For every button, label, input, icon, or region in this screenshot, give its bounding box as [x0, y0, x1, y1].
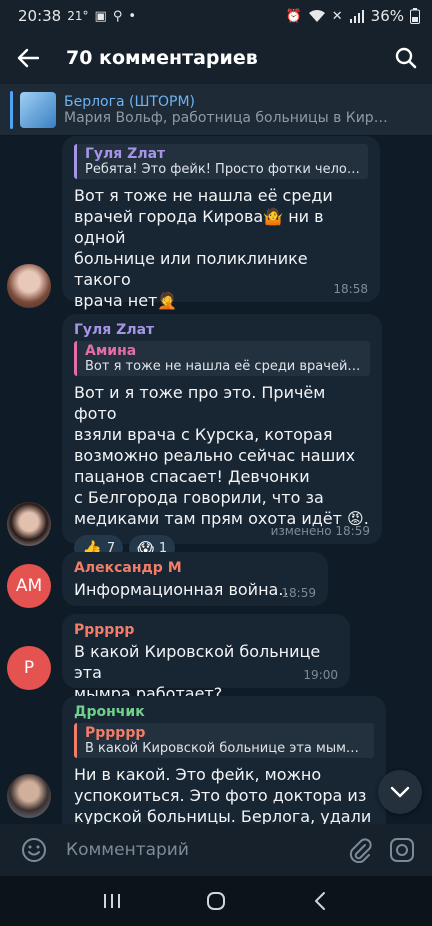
message-text: В какой Кировской больнице эта мымра раб…	[74, 642, 321, 703]
instagram-camera-icon	[390, 838, 414, 862]
reply-quote[interactable]: Амина Вот я тоже не нашла её среди враче…	[74, 341, 370, 376]
message-bubble[interactable]: Рррррр В какой Кировской больнице эта мы…	[62, 614, 350, 703]
message-author[interactable]: Гуля Zлат	[74, 322, 370, 338]
home-button[interactable]	[196, 881, 236, 921]
comments-list[interactable]: Гуля Zлат Ребята! Это фейк! Просто фотки…	[0, 136, 432, 824]
pinned-thumbnail	[20, 91, 56, 128]
gallery-icon: ▣	[94, 8, 107, 24]
reply-author: Рррррр	[85, 725, 146, 741]
comment-composer: Комментарий	[0, 824, 432, 876]
battery-level: 36%	[370, 7, 404, 25]
recents-icon	[104, 894, 120, 908]
camera-button[interactable]	[384, 832, 420, 868]
system-back-button[interactable]	[300, 881, 340, 921]
chevron-left-icon	[315, 892, 325, 910]
reply-author: Амина	[85, 343, 137, 359]
message-text: Ни в какой. Это фейк, можно успокоиться.…	[74, 765, 372, 824]
avatar[interactable]	[7, 502, 51, 546]
home-icon	[207, 892, 225, 910]
reply-text: В какой Кировской больнице эта мымра...	[85, 741, 366, 756]
avatar[interactable]: AM	[7, 564, 51, 608]
message-bubble[interactable]: Гуля Zлат Ребята! Это фейк! Просто фотки…	[62, 136, 380, 343]
message-time: 18:59	[281, 586, 316, 600]
system-nav-bar	[0, 876, 432, 926]
recents-button[interactable]	[92, 881, 132, 921]
reply-author: Гуля Zлат	[85, 146, 166, 162]
mute-icon: ✕	[331, 8, 343, 24]
avatar[interactable]	[7, 774, 51, 818]
message-bubble[interactable]: Гуля Zлат Амина Вот я тоже не нашла её с…	[62, 314, 382, 561]
status-bar: 20:38 21° ▣ ⚲ • ⏰ ✕ 36%	[0, 0, 432, 32]
message-bubble[interactable]: Александр М Информационная война.. 18:59	[62, 552, 328, 606]
smile-icon	[22, 838, 46, 862]
comment-input[interactable]: Комментарий	[66, 840, 342, 860]
pinned-post[interactable]: Берлога (ШТОРМ) Мария Вольф, работница б…	[0, 84, 432, 136]
wifi-icon	[308, 9, 325, 22]
avatar[interactable]: P	[7, 646, 51, 690]
message-time: изменено 18:59	[270, 524, 370, 538]
alarm-icon: ⏰	[285, 8, 302, 24]
pinned-preview: Мария Вольф, работница больницы в Кирове…	[64, 109, 394, 126]
search-button[interactable]	[380, 32, 432, 84]
message-author[interactable]: Рррррр	[74, 622, 338, 638]
message-time: 18:58	[333, 282, 368, 296]
page-title: 70 комментариев	[66, 47, 258, 69]
message-bubble[interactable]: Дрончик Рррррр В какой Кировской больниц…	[62, 696, 386, 824]
paperclip-icon	[349, 838, 372, 863]
reply-text: Ребята! Это фейк! Просто фотки челове...	[85, 162, 360, 177]
reply-quote[interactable]: Рррррр В какой Кировской больнице эта мы…	[74, 723, 374, 758]
battery-icon	[410, 8, 420, 24]
pinned-accent-bar	[10, 90, 13, 129]
scroll-down-button[interactable]	[378, 770, 422, 814]
chevron-down-icon	[390, 786, 410, 798]
search-icon	[395, 47, 417, 69]
back-button[interactable]	[0, 32, 56, 84]
message-text: Информационная война..	[74, 580, 289, 599]
message-text: Вот и я тоже про это. Причём фото взяли …	[74, 383, 369, 528]
signal-icon	[349, 10, 364, 23]
reply-text: Вот я тоже не нашла её среди врачей го..…	[85, 359, 362, 374]
header: 70 комментариев	[0, 32, 432, 84]
clock: 20:38	[18, 7, 62, 25]
attach-button[interactable]	[342, 832, 378, 868]
dot-icon: •	[128, 8, 137, 24]
message-author[interactable]: Дрончик	[74, 704, 374, 720]
arrow-left-icon	[17, 48, 39, 68]
message-author[interactable]: Александр М	[74, 560, 316, 576]
emoji-button[interactable]	[16, 832, 52, 868]
reply-quote[interactable]: Гуля Zлат Ребята! Это фейк! Просто фотки…	[74, 144, 368, 179]
search-notification-icon: ⚲	[112, 8, 123, 24]
message-text: Вот я тоже не нашла её среди врачей горо…	[74, 186, 333, 310]
temperature: 21°	[67, 9, 89, 23]
message-time: 19:00	[303, 668, 338, 682]
avatar[interactable]	[7, 264, 51, 308]
pinned-channel-name: Берлога (ШТОРМ)	[64, 93, 195, 110]
